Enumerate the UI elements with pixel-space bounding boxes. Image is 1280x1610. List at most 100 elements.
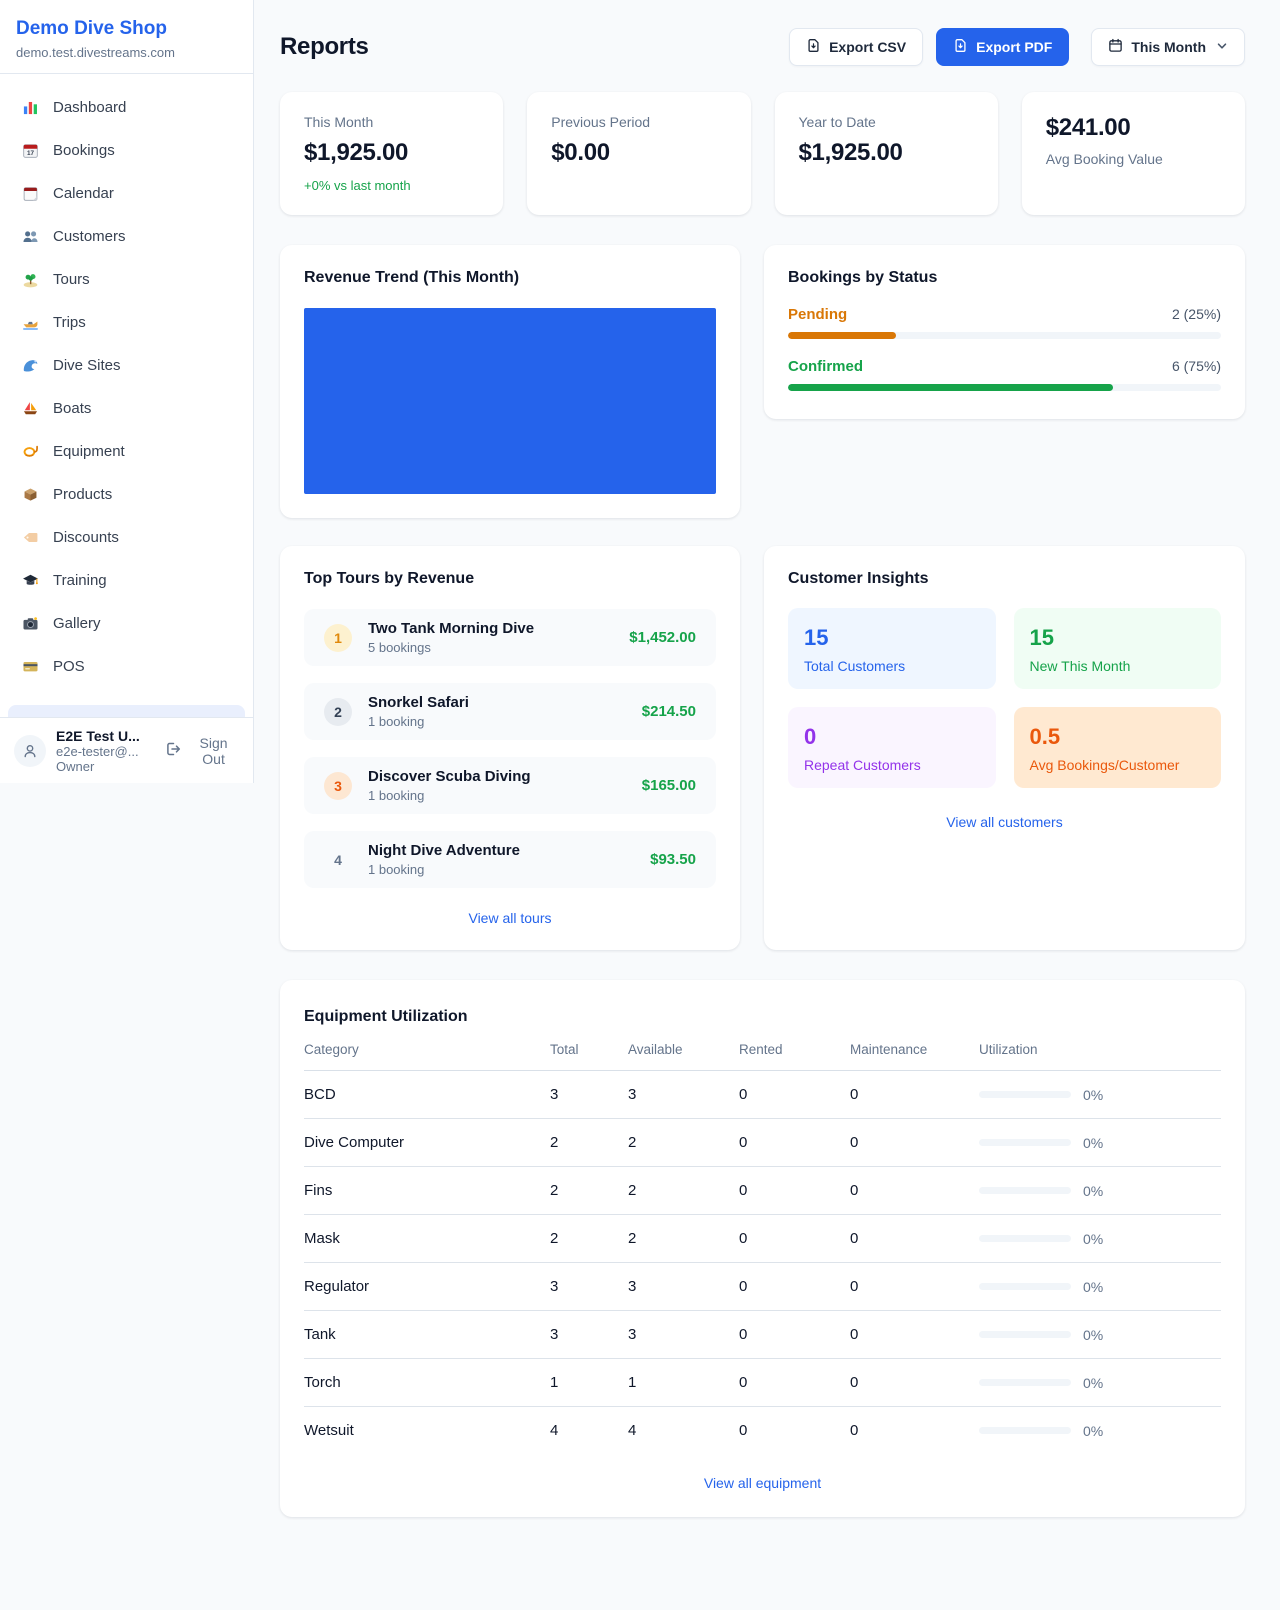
sidebar-item-tours[interactable]: Tours	[8, 258, 245, 301]
cell-category: Torch	[304, 1359, 550, 1407]
stat-label: This Month	[304, 114, 479, 130]
calendar-icon	[1108, 38, 1123, 56]
sidebar-item-discounts[interactable]: Discounts	[8, 516, 245, 559]
sidebar-item-label: Discounts	[53, 526, 119, 549]
sidebar-item-equipment[interactable]: Equipment	[8, 430, 245, 473]
equipment-table: Category Total Available Rented Maintena…	[304, 1042, 1221, 1449]
sidebar-item-products[interactable]: Products	[8, 473, 245, 516]
discounts-icon	[20, 529, 40, 547]
equipment-icon	[20, 443, 40, 461]
view-all-equipment-link[interactable]: View all equipment	[304, 1475, 1221, 1491]
tour-revenue: $1,452.00	[629, 629, 696, 646]
sidebar-item-label: Customers	[53, 225, 126, 248]
export-pdf-button[interactable]: Export PDF	[936, 28, 1069, 66]
sidebar-item-customers[interactable]: Customers	[8, 215, 245, 258]
sidebar-item-pos[interactable]: POS	[8, 645, 245, 688]
sidebar-item-label: Calendar	[53, 182, 114, 205]
cell-maintenance: 0	[850, 1071, 979, 1119]
table-row: Tank 3 3 0 0 0%	[304, 1311, 1221, 1359]
rank-badge: 1	[324, 624, 352, 652]
stat-value: $1,925.00	[799, 139, 974, 167]
revenue-trend-card: Revenue Trend (This Month)	[280, 245, 740, 518]
status-progress-fill	[788, 332, 896, 339]
utilization-percent: 0%	[1083, 1279, 1103, 1295]
divesites-icon	[20, 357, 40, 375]
stat-card-previous-period: Previous Period $0.00	[527, 92, 750, 215]
sidebar-item-label: Bookings	[53, 139, 115, 162]
sidebar-item-trips[interactable]: Trips	[8, 301, 245, 344]
cell-rented: 0	[739, 1071, 850, 1119]
table-row: Dive Computer 2 2 0 0 0%	[304, 1119, 1221, 1167]
gallery-icon	[20, 615, 40, 633]
view-all-customers-link[interactable]: View all customers	[788, 814, 1221, 830]
cell-available: 3	[628, 1071, 739, 1119]
tour-name: Discover Scuba Diving	[368, 768, 531, 785]
export-csv-label: Export CSV	[829, 39, 906, 55]
sidebar-item-training[interactable]: Training	[8, 559, 245, 602]
cell-utilization: 0%	[979, 1407, 1221, 1450]
cell-category: Dive Computer	[304, 1119, 550, 1167]
cell-available: 2	[628, 1167, 739, 1215]
cell-maintenance: 0	[850, 1407, 979, 1450]
cell-total: 3	[550, 1071, 628, 1119]
period-dropdown[interactable]: This Month	[1091, 28, 1245, 66]
sidebar-item-boats[interactable]: Boats	[8, 387, 245, 430]
sidebar-item-dive-sites[interactable]: Dive Sites	[8, 344, 245, 387]
table-row: BCD 3 3 0 0 0%	[304, 1071, 1221, 1119]
tour-row: 4 Night Dive Adventure 1 booking $93.50	[304, 831, 716, 888]
stats-row: This Month $1,925.00 +0% vs last month P…	[280, 92, 1245, 215]
insights-row: Top Tours by Revenue 1 Two Tank Morning …	[280, 546, 1245, 950]
file-download-icon	[953, 38, 968, 56]
app-logo[interactable]: Demo Dive Shop	[16, 18, 237, 40]
cell-utilization: 0%	[979, 1167, 1221, 1215]
main-content: Reports Export CSV Export	[254, 0, 1280, 1557]
status-progress-fill	[788, 384, 1113, 391]
stat-card-this-month: This Month $1,925.00 +0% vs last month	[280, 92, 503, 215]
insight-tile: 0 Repeat Customers	[788, 707, 996, 788]
page-header: Reports Export CSV Export	[280, 28, 1245, 66]
cell-utilization: 0%	[979, 1263, 1221, 1311]
utilization-percent: 0%	[1083, 1183, 1103, 1199]
insight-label: Avg Bookings/Customer	[1030, 757, 1206, 773]
page-title: Reports	[280, 33, 369, 61]
bookings-by-status-card: Bookings by Status Pending 2 (25%) Confi…	[764, 245, 1245, 419]
sidebar-item-label: Gallery	[53, 612, 101, 635]
cell-available: 3	[628, 1263, 739, 1311]
insight-value: 0	[804, 724, 980, 750]
sidebar-item-label: Products	[53, 483, 112, 506]
cell-utilization: 0%	[979, 1359, 1221, 1407]
view-all-tours-link[interactable]: View all tours	[304, 910, 716, 926]
sidebar-item-label: Tours	[53, 268, 90, 291]
cell-maintenance: 0	[850, 1311, 979, 1359]
sidebar-item-label: Dive Sites	[53, 354, 121, 377]
column-header-utilization: Utilization	[979, 1042, 1221, 1071]
sign-out-button[interactable]: Sign Out	[165, 735, 239, 767]
tour-bookings: 1 booking	[368, 714, 469, 729]
export-csv-button[interactable]: Export CSV	[789, 28, 923, 66]
cell-rented: 0	[739, 1407, 850, 1450]
sidebar-item-label: Trips	[53, 311, 86, 334]
utilization-percent: 0%	[1083, 1375, 1103, 1391]
sidebar-item-calendar[interactable]: Calendar	[8, 172, 245, 215]
sidebar-item-dashboard[interactable]: Dashboard	[8, 86, 245, 129]
tour-bookings: 1 booking	[368, 862, 520, 877]
status-label: Pending	[788, 306, 847, 323]
user-role: Owner	[56, 759, 155, 774]
cell-rented: 0	[739, 1215, 850, 1263]
app-subdomain: demo.test.divestreams.com	[16, 45, 237, 60]
sidebar-item-label: Equipment	[53, 440, 125, 463]
sidebar-item-label: Boats	[53, 397, 91, 420]
charts-row: Revenue Trend (This Month) Bookings by S…	[280, 245, 1245, 518]
sidebar-item-bookings[interactable]: 17 Bookings	[8, 129, 245, 172]
stat-value: $241.00	[1046, 114, 1221, 142]
sidebar-item-reports-partial[interactable]	[8, 705, 245, 717]
sidebar-item-gallery[interactable]: Gallery	[8, 602, 245, 645]
table-row: Mask 2 2 0 0 0%	[304, 1215, 1221, 1263]
utilization-percent: 0%	[1083, 1423, 1103, 1439]
cell-maintenance: 0	[850, 1119, 979, 1167]
cell-maintenance: 0	[850, 1167, 979, 1215]
cell-rented: 0	[739, 1167, 850, 1215]
sign-out-icon	[165, 741, 181, 760]
tour-revenue: $93.50	[650, 851, 696, 868]
table-header-row: Category Total Available Rented Maintena…	[304, 1042, 1221, 1071]
